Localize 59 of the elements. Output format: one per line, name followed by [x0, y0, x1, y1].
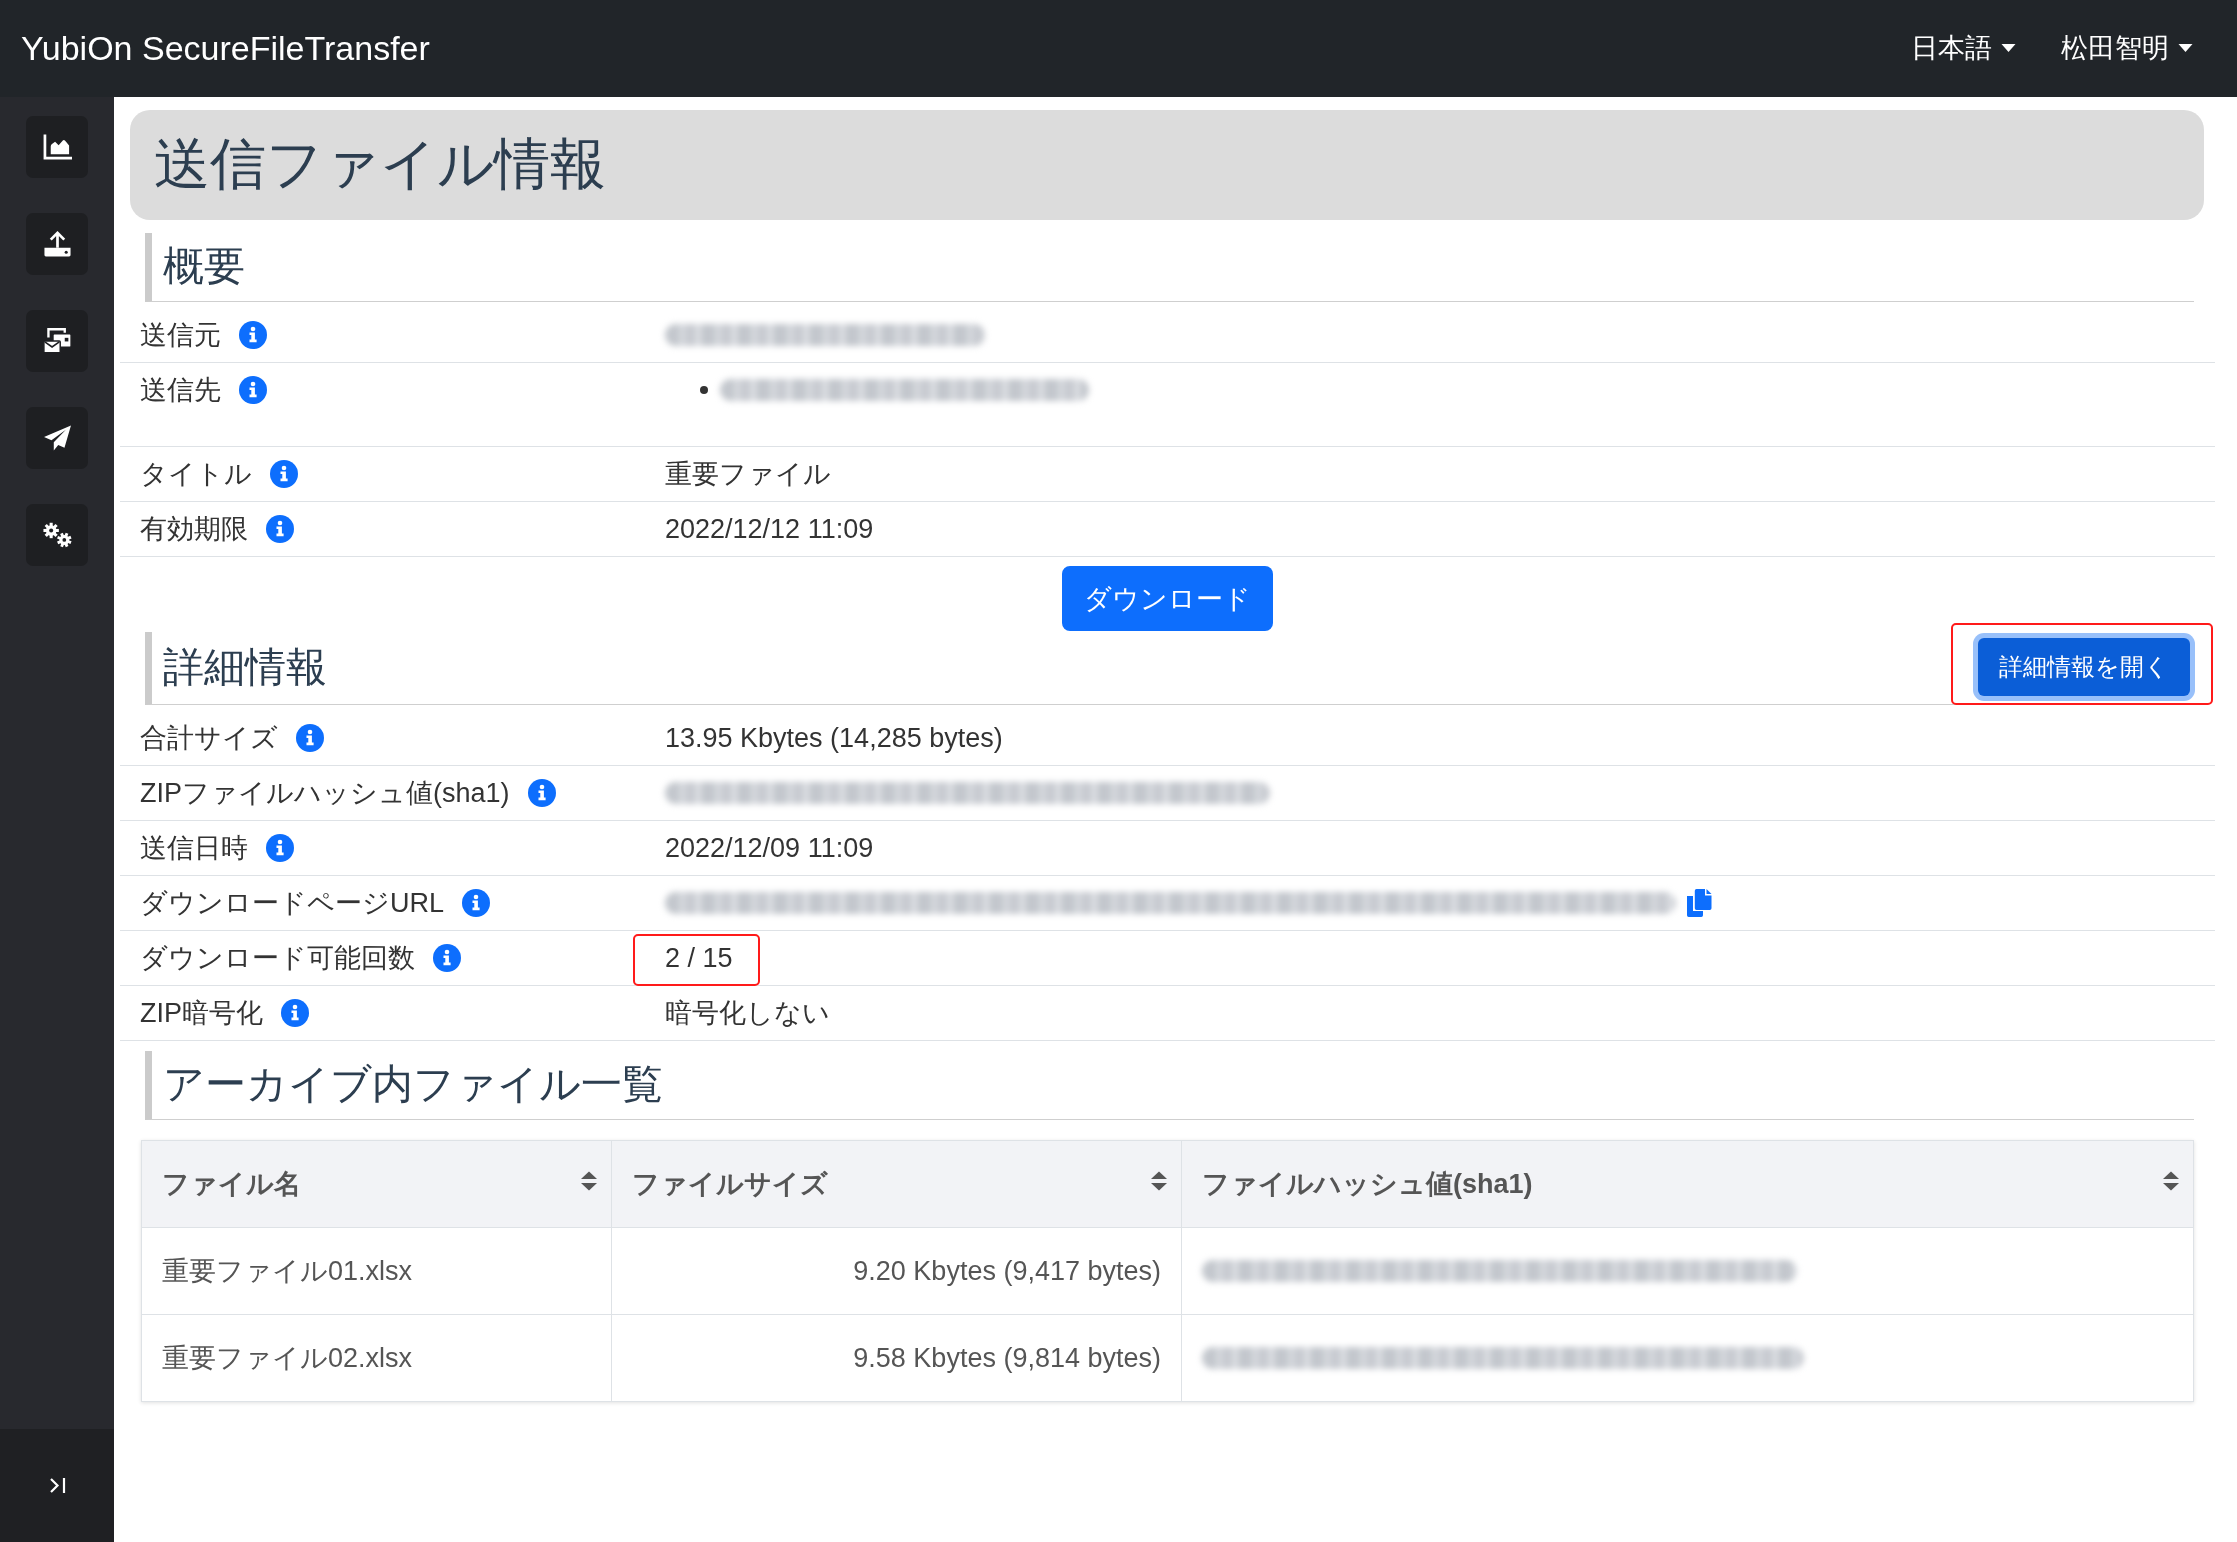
field-label: タイトル [140, 457, 252, 491]
table-cell: 9.20 Kbytes (9,417 bytes) [611, 1227, 1182, 1315]
field-value: 2022/12/12 11:09 [665, 512, 874, 546]
field-label: 有効期限 [140, 512, 248, 546]
field-label: ZIP暗号化 [140, 996, 263, 1030]
field-label: ダウンロードページURL [140, 886, 444, 920]
field-value: 2022/12/09 11:09 [665, 831, 874, 865]
sort-icon[interactable] [580, 1170, 598, 1192]
sidebar-nav-button[interactable] [26, 407, 88, 469]
mail-stack-icon [42, 328, 72, 354]
field-label: 送信元 [140, 318, 221, 352]
caret-icon [2178, 44, 2193, 53]
info-icon[interactable] [266, 515, 294, 543]
field-label: 送信日時 [140, 831, 248, 865]
table-cell: 9.58 Kbytes (9,814 bytes) [611, 1314, 1182, 1402]
chevron-bar-icon[interactable] [47, 1476, 67, 1495]
area-chart-icon [42, 134, 72, 160]
info-icon[interactable] [239, 376, 267, 404]
info-icon[interactable] [266, 834, 294, 862]
bullet-icon [700, 386, 708, 394]
sort-icon[interactable] [2162, 1170, 2180, 1192]
dropdown-menu-button[interactable]: 松田智明 [2061, 32, 2193, 65]
column-header[interactable]: ファイル名 [141, 1140, 612, 1228]
info-icon[interactable] [239, 321, 267, 349]
section-heading: アーカイブ内ファイル一覧 [163, 1060, 663, 1110]
sidebar-nav-button[interactable] [26, 116, 88, 178]
sort-icon[interactable] [1150, 1170, 1168, 1192]
sidebar-nav-button[interactable] [26, 310, 88, 372]
section-heading: 詳細情報 [163, 643, 327, 693]
sidebar-nav-button[interactable] [26, 504, 88, 566]
paper-plane-icon [42, 425, 72, 451]
info-icon[interactable] [281, 999, 309, 1027]
info-icon[interactable] [462, 889, 490, 917]
caret-icon [2001, 44, 2016, 53]
download-button[interactable]: ダウンロード [1062, 566, 1273, 631]
table-cell: 重要ファイル01.xlsx [141, 1227, 612, 1315]
field-label: 送信先 [140, 373, 221, 407]
field-value: 2 / 15 [665, 941, 733, 975]
brand-link[interactable]: YubiOn SecureFileTransfer [21, 28, 430, 69]
page-title: 送信ファイル情報 [130, 110, 2204, 220]
copy-icon[interactable] [1686, 889, 1712, 917]
info-icon[interactable] [433, 944, 461, 972]
field-value: 重要ファイル [665, 457, 831, 491]
gears-icon [42, 522, 72, 548]
upload-icon [42, 231, 72, 257]
field-label: 合計サイズ [140, 721, 278, 755]
table-cell: 重要ファイル02.xlsx [141, 1314, 612, 1402]
info-icon[interactable] [296, 724, 324, 752]
field-label: ZIPファイルハッシュ値(sha1) [140, 776, 510, 810]
sidebar-nav-button[interactable] [26, 213, 88, 275]
field-value: 暗号化しない [665, 996, 830, 1030]
field-value: 13.95 Kbytes (14,285 bytes) [665, 721, 1003, 755]
info-icon[interactable] [527, 779, 556, 807]
section-heading: 概要 [163, 242, 245, 292]
field-label: ダウンロード可能回数 [140, 941, 415, 975]
column-header[interactable]: ファイルサイズ [611, 1140, 1182, 1228]
dropdown-menu-button[interactable]: 日本語 [1911, 32, 2016, 65]
info-icon[interactable] [270, 460, 298, 488]
column-header[interactable]: ファイルハッシュ値(sha1) [1181, 1140, 2194, 1228]
